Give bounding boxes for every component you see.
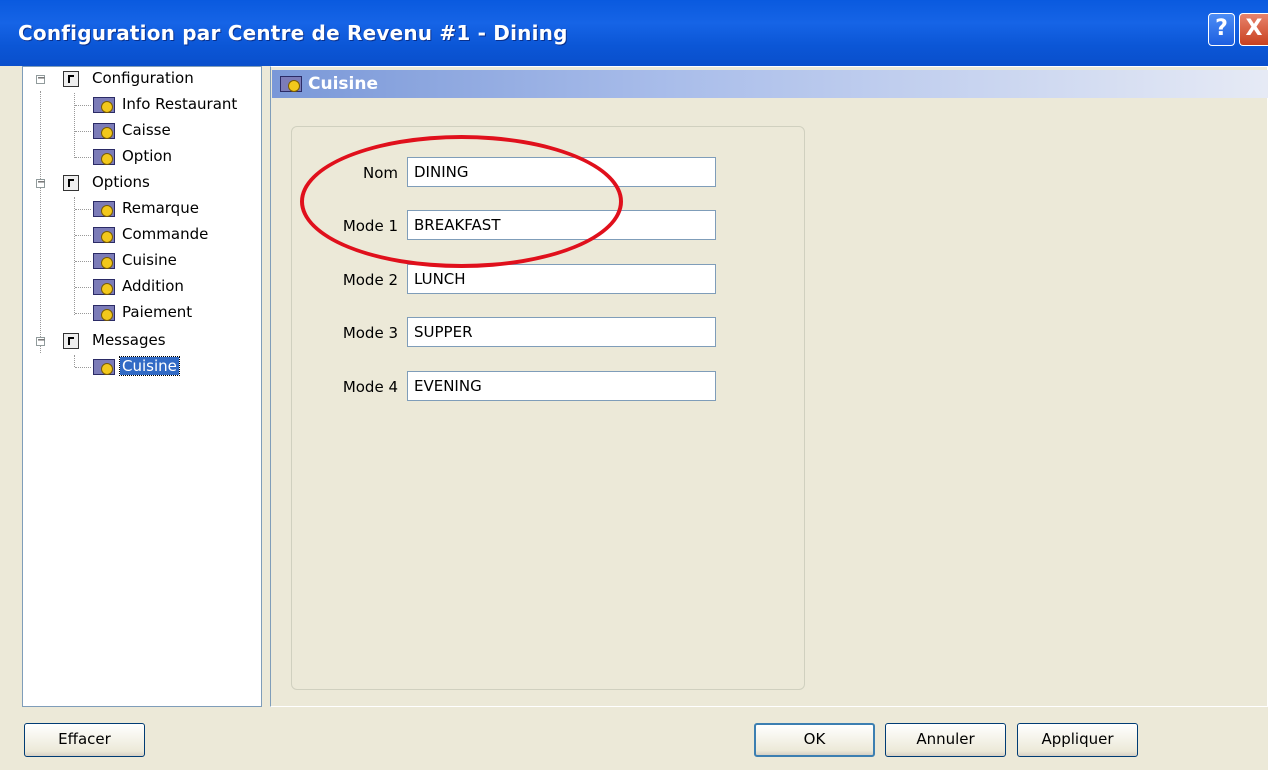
section-header: Cuisine: [272, 70, 1268, 98]
tree-item-label: Info Restaurant: [122, 95, 238, 113]
config-gear-icon: [93, 305, 115, 321]
tree-connector: [75, 105, 91, 106]
config-gear-icon: [93, 201, 115, 217]
tree-item-paiement[interactable]: Paiement: [23, 302, 261, 324]
tree-item-commande[interactable]: Commande: [23, 224, 261, 246]
collapse-icon[interactable]: −: [36, 178, 45, 188]
ok-button[interactable]: OK: [754, 723, 875, 757]
cancel-button[interactable]: Annuler: [885, 723, 1006, 757]
tree-connector: [75, 287, 91, 288]
mode-4-input[interactable]: [407, 371, 716, 401]
config-gear-icon: [93, 279, 115, 295]
nom-input[interactable]: [407, 157, 716, 187]
mode-1-input[interactable]: [407, 210, 716, 240]
field-label-mode-3: Mode 3: [342, 324, 398, 342]
tree-item-label: Option: [122, 147, 173, 165]
help-button[interactable]: ?: [1208, 13, 1235, 46]
close-button[interactable]: X: [1239, 13, 1268, 46]
tree-group-configuration[interactable]: − Configuration: [23, 68, 261, 90]
tree-connector: [75, 261, 91, 262]
config-gear-icon: [93, 253, 115, 269]
tree-group-messages[interactable]: − Messages: [23, 330, 261, 352]
tree-item-caisse[interactable]: Caisse: [23, 120, 261, 142]
tree-connector: [75, 235, 91, 236]
field-label-mode-2: Mode 2: [342, 271, 398, 289]
help-icon: ?: [1215, 16, 1228, 41]
config-gear-icon: [93, 359, 115, 375]
field-label-mode-4: Mode 4: [342, 378, 398, 396]
clear-button[interactable]: Effacer: [24, 723, 145, 757]
config-gear-icon: [93, 227, 115, 243]
folder-tree-icon: [63, 71, 79, 87]
tree-item-option[interactable]: Option: [23, 146, 261, 168]
field-label-nom: Nom: [362, 164, 398, 182]
collapse-icon[interactable]: −: [36, 74, 45, 84]
config-gear-icon: [93, 97, 115, 113]
tree-item-label: Commande: [122, 225, 209, 243]
tree-item-addition[interactable]: Addition: [23, 276, 261, 298]
tree-item-label: Cuisine: [119, 356, 180, 376]
tree-group-label: Configuration: [92, 69, 194, 87]
tree-connector: [75, 209, 91, 210]
field-label-mode-1: Mode 1: [342, 217, 398, 235]
apply-button[interactable]: Appliquer: [1017, 723, 1138, 757]
close-icon: X: [1245, 16, 1263, 41]
mode-2-input[interactable]: [407, 264, 716, 294]
tree-connector: [75, 131, 91, 132]
section-title: Cuisine: [308, 74, 378, 94]
tree-item-label: Caisse: [122, 121, 171, 139]
config-gear-icon: [280, 76, 302, 92]
tree-item-info-restaurant[interactable]: Info Restaurant: [23, 94, 261, 116]
tree-item-label: Cuisine: [122, 251, 177, 269]
mode-3-input[interactable]: [407, 317, 716, 347]
navigation-tree[interactable]: − Configuration Info Restaurant Caisse O…: [22, 66, 262, 707]
tree-group-label: Options: [92, 173, 150, 191]
tree-connector: [75, 157, 91, 158]
collapse-icon[interactable]: −: [36, 336, 45, 346]
config-gear-icon: [93, 123, 115, 139]
tree-group-label: Messages: [92, 331, 166, 349]
tree-item-label: Addition: [122, 277, 184, 295]
tree-connector: [75, 367, 91, 368]
tree-item-cuisine-options[interactable]: Cuisine: [23, 250, 261, 272]
tree-item-cuisine-messages[interactable]: Cuisine: [23, 356, 261, 378]
tree-item-label: Remarque: [122, 199, 199, 217]
tree-connector: [75, 313, 91, 314]
config-gear-icon: [93, 149, 115, 165]
tree-item-label: Paiement: [122, 303, 193, 321]
tree-group-options[interactable]: − Options: [23, 172, 261, 194]
tree-item-remarque[interactable]: Remarque: [23, 198, 261, 220]
window-title: Configuration par Centre de Revenu #1 - …: [18, 21, 568, 45]
folder-tree-icon: [63, 333, 79, 349]
title-bar[interactable]: Configuration par Centre de Revenu #1 - …: [0, 0, 1268, 66]
folder-tree-icon: [63, 175, 79, 191]
